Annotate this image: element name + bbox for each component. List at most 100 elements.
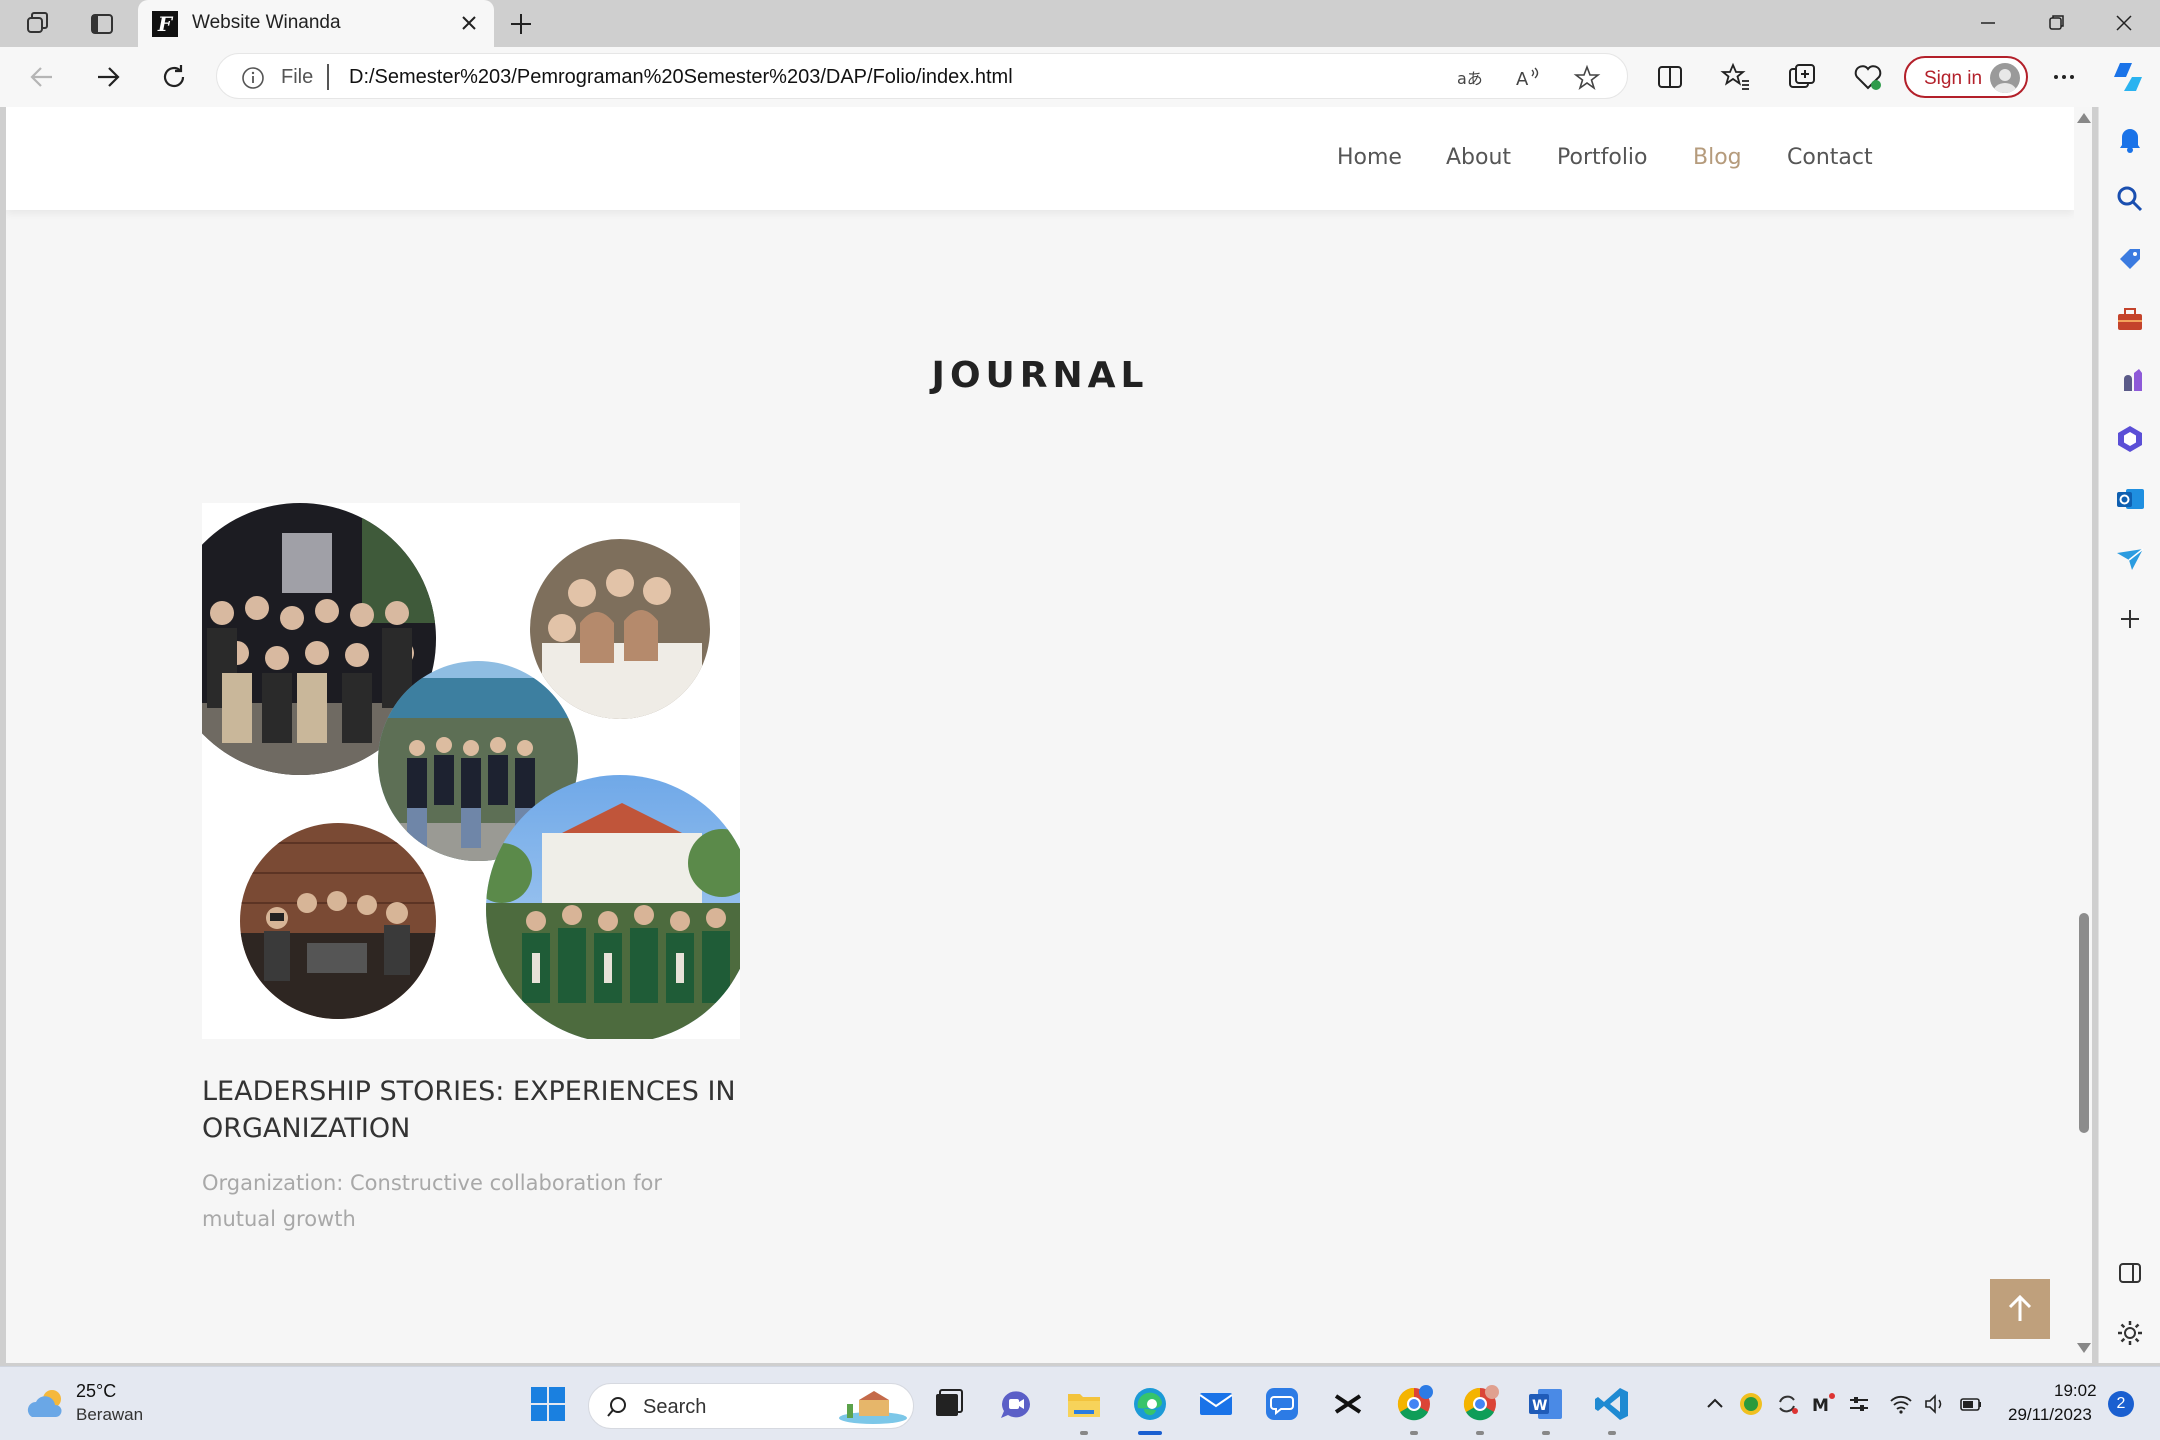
page-scrollbar[interactable] (2074, 107, 2092, 1363)
browser-essentials-icon[interactable] (1850, 59, 1886, 95)
weather-cloud-icon[interactable] (24, 1385, 68, 1425)
weather-description[interactable]: Berawan (76, 1405, 143, 1425)
active-tab[interactable]: F Website Winanda (138, 0, 494, 47)
search-highlight-icon (839, 1391, 907, 1424)
running-indicator (1476, 1431, 1484, 1435)
nav-contact[interactable]: Contact (1787, 145, 1873, 170)
split-screen-icon[interactable] (1652, 59, 1688, 95)
nav-blog[interactable]: Blog (1693, 145, 1742, 170)
search-label: Search (643, 1396, 707, 1418)
vscode-icon[interactable] (1592, 1384, 1632, 1424)
restore-icon[interactable] (2036, 8, 2076, 38)
file-label: File (281, 66, 314, 88)
tab-title: Website Winanda (192, 12, 341, 33)
web-page: Home About Portfolio Blog Contact JOURNA… (6, 107, 2074, 1363)
tray-app-green-icon[interactable] (1738, 1391, 1764, 1417)
microsoft-365-icon[interactable] (2114, 423, 2146, 455)
favorite-star-icon[interactable] (1573, 64, 1601, 92)
forward-icon[interactable] (90, 59, 126, 95)
nav-portfolio[interactable]: Portfolio (1557, 145, 1648, 170)
close-tab-icon[interactable] (456, 10, 482, 36)
svg-text:A: A (1516, 69, 1529, 90)
add-sidebar-app-icon[interactable] (2114, 603, 2146, 635)
more-options-icon[interactable] (2046, 59, 2082, 95)
hide-sidebar-icon[interactable] (2114, 1257, 2146, 1289)
url-text[interactable]: D:/Semester%203/Pemrograman%20Semester%2… (349, 66, 1013, 89)
svg-text:W: W (1532, 1398, 1547, 1414)
site-favicon-icon: F (152, 11, 178, 37)
active-app-indicator (1138, 1431, 1162, 1435)
tab-actions-icon[interactable] (88, 10, 116, 38)
outlook-icon[interactable] (2114, 483, 2146, 515)
group-photo-cafe (240, 823, 436, 1019)
close-window-icon[interactable] (2104, 8, 2144, 38)
teams-chat-icon[interactable] (996, 1384, 1036, 1424)
search-icon[interactable] (2114, 183, 2146, 215)
sync-icon[interactable] (1774, 1391, 1800, 1417)
refresh-icon[interactable] (156, 59, 192, 95)
favorites-icon[interactable] (1718, 59, 1754, 95)
svg-text:M: M (1812, 1396, 1829, 1416)
read-aloud-icon[interactable]: A (1513, 64, 1541, 92)
wifi-icon[interactable] (1888, 1391, 1914, 1417)
new-tab-icon[interactable] (506, 9, 536, 39)
nav-home[interactable]: Home (1337, 145, 1402, 170)
sidebar-settings-gear-icon[interactable] (2114, 1317, 2146, 1349)
translate-icon[interactable]: aあ (1455, 64, 1483, 92)
scroll-down-arrow-icon[interactable] (2077, 1343, 2091, 1353)
drop-send-icon[interactable] (2114, 543, 2146, 575)
windows-taskbar: 25°C Berawan Search W M 19:02 29/11/2023… (0, 1366, 2160, 1440)
blog-post-image[interactable] (202, 503, 740, 1039)
back-icon[interactable] (24, 59, 60, 95)
microsoft-edge-icon[interactable] (1130, 1384, 1170, 1424)
running-indicator (1542, 1431, 1550, 1435)
chrome-profile-1-icon[interactable] (1394, 1384, 1434, 1424)
tray-settings-sliders-icon[interactable] (1846, 1391, 1872, 1417)
file-explorer-icon[interactable] (1064, 1384, 1104, 1424)
scrollbar-thumb[interactable] (2079, 913, 2089, 1133)
blog-post-title[interactable]: LEADERSHIP STORIES: EXPERIENCES IN ORGAN… (202, 1073, 762, 1147)
running-indicator (1410, 1431, 1418, 1435)
copilot-icon[interactable] (2108, 59, 2144, 95)
battery-icon[interactable] (1958, 1391, 1984, 1417)
feedback-chat-icon[interactable] (1262, 1384, 1302, 1424)
clock-date[interactable]: 29/11/2023 (2008, 1405, 2092, 1425)
minimize-icon[interactable] (1968, 8, 2008, 38)
running-indicator (1080, 1431, 1088, 1435)
arrow-up-icon (2008, 1294, 2032, 1321)
browser-toolbar: File D:/Semester%203/Pemrograman%20Semes… (0, 47, 2160, 107)
games-icon[interactable] (2114, 363, 2146, 395)
shopping-tag-icon[interactable] (2114, 243, 2146, 275)
notification-count-badge[interactable]: 2 (2108, 1391, 2134, 1417)
site-info-icon[interactable] (241, 66, 265, 90)
section-title: JOURNAL (931, 355, 1149, 396)
back-to-top-button[interactable] (1990, 1279, 2050, 1339)
mail-icon[interactable] (1196, 1384, 1236, 1424)
scroll-up-arrow-icon[interactable] (2077, 113, 2091, 123)
workspaces-icon[interactable] (24, 10, 52, 38)
collections-icon[interactable] (1784, 59, 1820, 95)
profile-avatar-icon (1990, 63, 2020, 93)
svg-text:aあ: aあ (1457, 69, 1483, 88)
tools-icon[interactable] (2114, 303, 2146, 335)
running-indicator (1608, 1431, 1616, 1435)
chrome-profile-2-icon[interactable] (1460, 1384, 1500, 1424)
microsoft-word-icon[interactable]: W (1526, 1384, 1566, 1424)
tray-app-m-icon[interactable]: M (1810, 1391, 1836, 1417)
weather-temperature[interactable]: 25°C (76, 1381, 116, 1402)
sign-in-label: Sign in (1924, 68, 1983, 89)
taskbar-search-box[interactable]: Search (588, 1383, 914, 1429)
nav-about[interactable]: About (1446, 145, 1511, 170)
search-icon (607, 1397, 626, 1417)
notifications-bell-icon[interactable] (2114, 123, 2146, 155)
tab-strip: F Website Winanda (0, 0, 2160, 47)
show-hidden-icons-chevron-icon[interactable] (1702, 1391, 1728, 1417)
clock-time[interactable]: 19:02 (2054, 1381, 2097, 1401)
capcut-icon[interactable] (1328, 1384, 1368, 1424)
address-separator (327, 64, 329, 90)
sign-in-button[interactable]: Sign in (1904, 56, 2028, 98)
volume-icon[interactable] (1922, 1391, 1948, 1417)
address-bar[interactable]: File D:/Semester%203/Pemrograman%20Semes… (216, 53, 1628, 99)
task-view-icon[interactable] (928, 1384, 968, 1424)
windows-start-icon[interactable] (528, 1384, 568, 1424)
